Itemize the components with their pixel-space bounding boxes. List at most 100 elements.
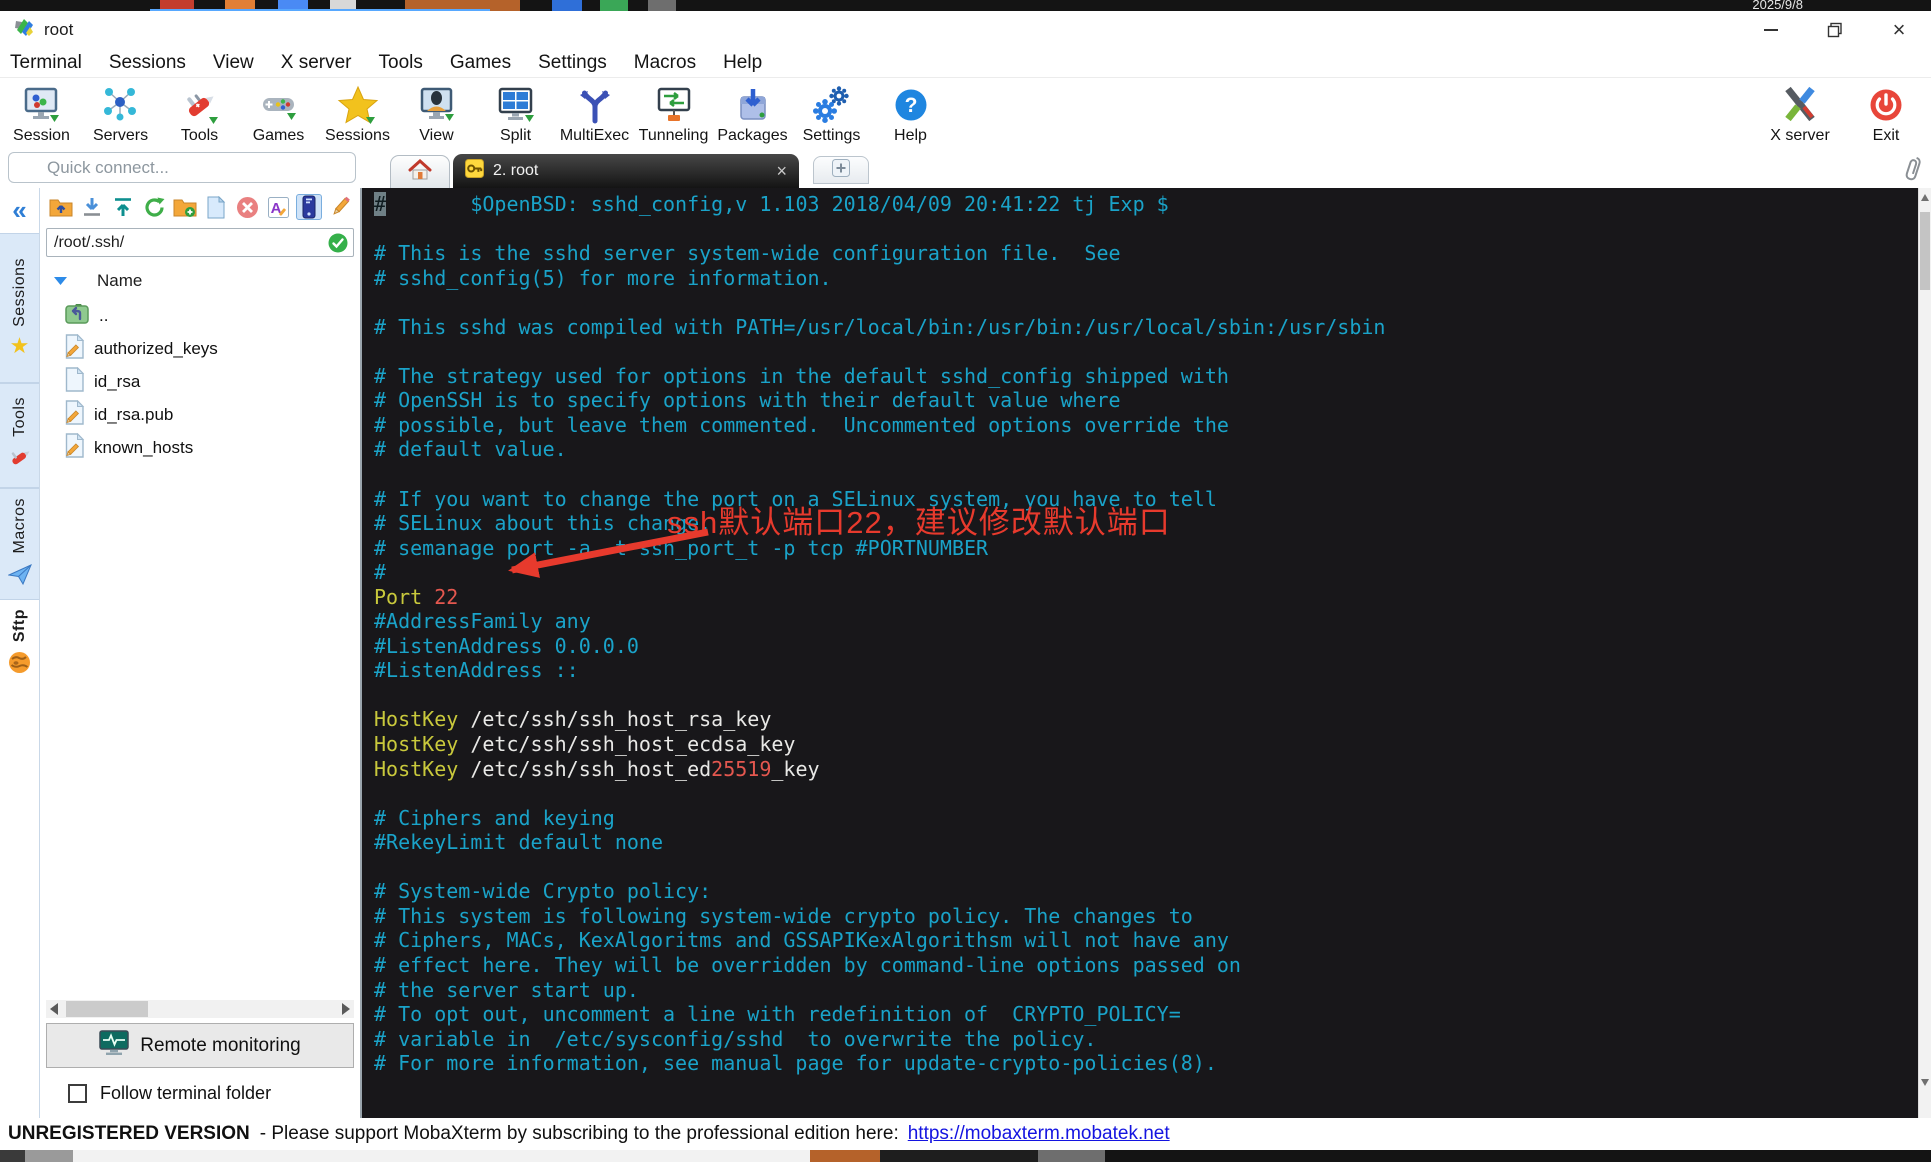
toolbar-button-help[interactable]: ? Help <box>871 78 950 145</box>
sync-terminal-icon[interactable] <box>296 194 322 220</box>
close-button[interactable]: × <box>1867 11 1931 48</box>
refresh-icon[interactable] <box>141 194 167 220</box>
remote-monitoring-label: Remote monitoring <box>140 1034 301 1056</box>
title-bar: root × <box>0 11 1931 48</box>
key-icon <box>465 159 484 183</box>
menu-item-terminal[interactable]: Terminal <box>10 52 82 74</box>
toolbar-button-tools[interactable]: Tools <box>160 78 239 145</box>
toolbar-button-settings[interactable]: Settings <box>792 78 871 145</box>
sftp-horizontal-scrollbar[interactable] <box>46 1000 354 1018</box>
app-logo-icon <box>12 15 36 44</box>
folder-up-icon[interactable] <box>48 194 74 220</box>
toolbar-button-exit[interactable]: Exit <box>1843 78 1929 145</box>
terminal-scrollbar-thumb[interactable] <box>1920 212 1930 290</box>
menu-item-macros[interactable]: Macros <box>634 52 696 74</box>
scroll-up-icon[interactable] <box>1921 194 1929 201</box>
taskbar-app-icon <box>648 0 676 11</box>
swiss-knife-icon <box>8 445 32 474</box>
toolbar: Session Servers Tools Games Sessions View Spli… <box>0 78 1931 150</box>
edit-pencil-icon[interactable] <box>327 194 353 220</box>
menu-item-x-server[interactable]: X server <box>281 52 352 74</box>
terminal-scrollbar[interactable] <box>1918 188 1931 1118</box>
toolbar-button-view[interactable]: View <box>397 78 476 145</box>
file-name: known_hosts <box>94 437 194 457</box>
sidebar-tab-macros[interactable]: Macros <box>0 488 39 600</box>
toolbar-label: Sessions <box>325 127 390 144</box>
upload-icon[interactable] <box>110 194 136 220</box>
toolbar-button-multiexec[interactable]: MultiExec <box>555 78 634 145</box>
tab-bar: 2. root × <box>0 150 1931 188</box>
file-edit-icon <box>64 333 85 364</box>
menu-item-help[interactable]: Help <box>723 52 762 74</box>
file-row[interactable]: id_rsa <box>40 365 360 398</box>
toolbar-button-tunneling[interactable]: Tunneling <box>634 78 713 145</box>
toolbar-label: Tools <box>180 127 219 144</box>
menu-item-view[interactable]: View <box>213 52 254 74</box>
delete-icon[interactable] <box>234 194 260 220</box>
paperclip-icon[interactable] <box>1903 155 1923 188</box>
download-icon[interactable] <box>79 194 105 220</box>
new-tab-button[interactable] <box>813 156 869 184</box>
view-icon <box>417 83 457 127</box>
toolbar-label: X server <box>1770 127 1830 144</box>
scroll-left-icon[interactable] <box>50 1003 58 1015</box>
servers-icon <box>101 83 141 127</box>
tab-close-icon[interactable]: × <box>776 161 787 182</box>
maximize-button[interactable] <box>1803 11 1867 48</box>
sidebar-tab-tools[interactable]: Tools <box>0 383 39 488</box>
toolbar-button-sessions[interactable]: Sessions <box>318 78 397 145</box>
toolbar-label: View <box>419 127 454 144</box>
file-row[interactable]: authorized_keys <box>40 332 360 365</box>
follow-terminal-folder-row[interactable]: Follow terminal folder <box>40 1068 360 1118</box>
toolbar-button-x-server[interactable]: X server <box>1757 78 1843 145</box>
terminal-line: # sshd_config(5) for more information. <box>374 265 832 290</box>
follow-terminal-folder-checkbox[interactable] <box>68 1083 87 1103</box>
menu-item-tools[interactable]: Tools <box>379 52 423 74</box>
minimize-button[interactable] <box>1739 11 1803 48</box>
toolbar-label: Tunneling <box>638 127 709 144</box>
file-row[interactable]: .. <box>40 299 360 332</box>
terminal-line: # default value. <box>374 437 567 462</box>
sftp-path-input[interactable]: /root/.ssh/ <box>46 228 354 257</box>
toolbar-button-packages[interactable]: Packages <box>713 78 792 145</box>
windows-taskbar-bottom-peek <box>0 1150 1931 1162</box>
menu-item-games[interactable]: Games <box>450 52 511 74</box>
scroll-down-icon[interactable] <box>1921 1079 1929 1086</box>
toolbar-label: Exit <box>1872 127 1900 144</box>
menu-item-settings[interactable]: Settings <box>538 52 607 74</box>
rename-icon[interactable]: A <box>265 194 291 220</box>
file-row[interactable]: known_hosts <box>40 431 360 464</box>
tab-session-root[interactable]: 2. root × <box>453 154 799 188</box>
tab-home[interactable] <box>390 155 450 188</box>
sidebar-tab-strip: « Sessions ★ Tools Macros Sftp <box>0 188 40 1118</box>
terminal-line: HostKey /etc/ssh/ssh_host_ed25519_key <box>374 756 820 781</box>
mobatek-link[interactable]: https://mobaxterm.mobatek.net <box>908 1123 1170 1145</box>
toolbar-button-games[interactable]: Games <box>239 78 318 145</box>
menu-item-sessions[interactable]: Sessions <box>109 52 186 74</box>
sftp-path-row: /root/.ssh/ <box>40 226 360 261</box>
new-folder-icon[interactable] <box>172 194 198 220</box>
remote-monitoring-button[interactable]: Remote monitoring <box>46 1023 354 1068</box>
window-controls: × <box>1739 11 1931 48</box>
file-row[interactable]: id_rsa.pub <box>40 398 360 431</box>
xserver-icon <box>1780 83 1820 127</box>
terminal-output[interactable]: # $OpenBSD: sshd_config,v 1.103 2018/04/… <box>362 188 1918 1118</box>
sidebar-tab-sessions[interactable]: Sessions ★ <box>0 233 39 383</box>
home-icon <box>408 158 432 186</box>
games-icon <box>259 83 299 127</box>
scroll-right-icon[interactable] <box>342 1003 350 1015</box>
vim-status-line: "/etc/ssh/sshd_config" 151L, 4479C 1,1 T… <box>374 1100 1918 1118</box>
sidebar-collapse-button[interactable]: « <box>0 188 39 233</box>
new-file-icon[interactable] <box>203 194 229 220</box>
quick-connect-input[interactable] <box>8 152 356 183</box>
toolbar-button-servers[interactable]: Servers <box>81 78 160 145</box>
scrollbar-thumb[interactable] <box>66 1001 148 1017</box>
sidebar-tab-sftp[interactable]: Sftp <box>0 600 39 688</box>
menu-bar: Terminal Sessions View X server Tools Games Se… <box>0 48 1931 78</box>
terminal-line: # $OpenBSD: sshd_config,v 1.103 2018/04/… <box>374 192 1169 216</box>
toolbar-button-session[interactable]: Session <box>2 78 81 145</box>
toolbar-button-split[interactable]: Split <box>476 78 555 145</box>
file-list-header[interactable]: Name <box>40 261 360 299</box>
